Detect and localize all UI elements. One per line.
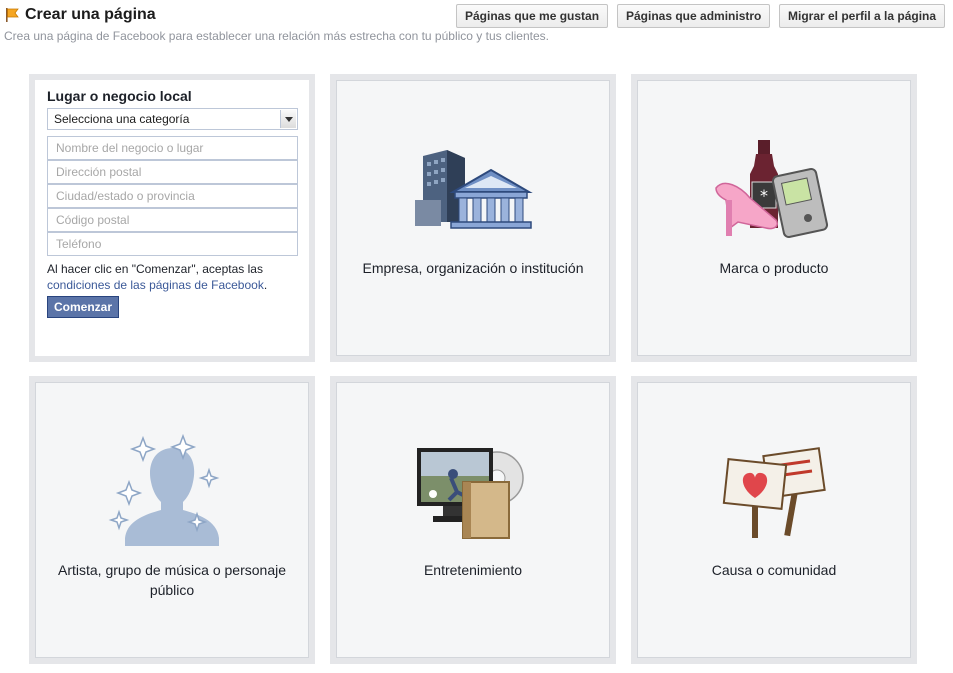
terms-suffix: . bbox=[263, 278, 268, 292]
flag-icon bbox=[4, 7, 20, 23]
card-label-entertainment: Entretenimiento bbox=[423, 562, 523, 578]
terms-prefix: Al hacer clic en "Comenzar", aceptas las bbox=[47, 262, 263, 276]
category-card-company[interactable]: Empresa, organización o institución bbox=[330, 74, 616, 362]
page-subtitle: Crea una página de Facebook para estable… bbox=[4, 29, 549, 43]
category-select[interactable]: Selecciona una categoría bbox=[47, 108, 298, 130]
svg-text:*: * bbox=[760, 186, 768, 205]
page-title: Crear una página bbox=[25, 6, 156, 23]
header: Crear una página Crea una página de Face… bbox=[0, 0, 953, 48]
category-card-cause[interactable]: Causa o comunidad bbox=[631, 376, 917, 664]
artist-icon bbox=[108, 434, 220, 546]
card-label-artist: Artista, grupo de música o personaje púb… bbox=[57, 562, 286, 598]
managed-pages-button[interactable]: Páginas que administro bbox=[617, 4, 771, 28]
phone-input[interactable] bbox=[47, 232, 298, 256]
category-card-brand[interactable]: * Marca o producto bbox=[631, 74, 917, 362]
business-name-input[interactable] bbox=[47, 136, 298, 160]
chevron-down-icon[interactable] bbox=[280, 110, 296, 128]
start-button[interactable]: Comenzar bbox=[47, 296, 120, 318]
category-card-entertainment[interactable]: Entretenimiento bbox=[330, 376, 616, 664]
category-select-value: Selecciona una categoría bbox=[54, 112, 190, 126]
zip-input[interactable] bbox=[47, 208, 298, 232]
card-label-brand: Marca o producto bbox=[719, 260, 829, 276]
signs-icon bbox=[722, 447, 826, 538]
card-label-cause: Causa o comunidad bbox=[711, 562, 837, 578]
city-input[interactable] bbox=[47, 184, 298, 208]
title-row: Crear una página bbox=[4, 6, 156, 24]
liked-pages-button[interactable]: Páginas que me gustan bbox=[456, 4, 609, 28]
card-label-company: Empresa, organización o institución bbox=[362, 260, 584, 276]
category-card-artist[interactable]: Artista, grupo de música o personaje púb… bbox=[29, 376, 315, 664]
migrate-profile-button[interactable]: Migrar el perfil a la página bbox=[779, 4, 946, 28]
entertainment-icon bbox=[417, 448, 524, 539]
local-business-card: Lugar o negocio local Selecciona una cat… bbox=[29, 74, 315, 362]
terms-text: Al hacer clic en "Comenzar", aceptas las… bbox=[47, 261, 307, 293]
local-business-title: Lugar o negocio local bbox=[47, 88, 192, 104]
terms-link[interactable]: condiciones de las páginas de Facebook bbox=[47, 278, 264, 292]
products-icon: * bbox=[715, 140, 829, 238]
buildings-icon bbox=[415, 150, 533, 229]
address-input[interactable] bbox=[47, 160, 298, 184]
